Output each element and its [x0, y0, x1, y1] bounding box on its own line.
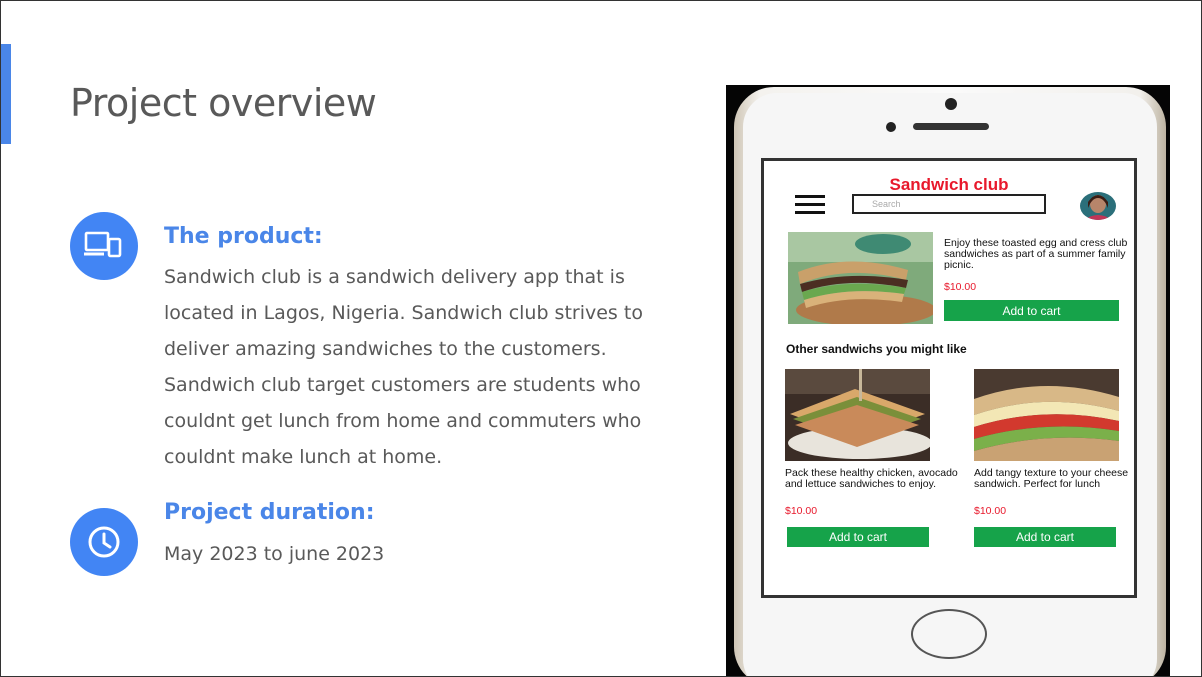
- camera-icon: [945, 98, 957, 110]
- clock-icon: [70, 508, 138, 576]
- other-price-2: $10.00: [974, 505, 1007, 517]
- cheese-sandwich-image: [974, 369, 1119, 461]
- sensor-icon: [886, 122, 896, 132]
- phone-screen: Sandwich club Search Enjoy these toasted…: [761, 158, 1137, 598]
- duration-text: May 2023 to june 2023: [164, 543, 385, 565]
- other-sandwiches-heading: Other sandwichs you might like: [786, 342, 967, 356]
- duration-heading: Project duration:: [164, 500, 375, 525]
- add-to-cart-button[interactable]: Add to cart: [974, 527, 1116, 547]
- speaker-grille: [913, 123, 989, 130]
- other-description-2: Add tangy texture to your cheese sandwic…: [974, 467, 1129, 490]
- devices-icon: [70, 212, 138, 280]
- chicken-sandwich-image: [785, 369, 930, 461]
- product-description: Sandwich club is a sandwich delivery app…: [164, 266, 643, 468]
- menu-icon[interactable]: [795, 195, 825, 215]
- avatar[interactable]: [1080, 192, 1116, 220]
- featured-description: Enjoy these toasted egg and cress club s…: [944, 237, 1128, 271]
- accent-bar: [1, 44, 11, 144]
- featured-price: $10.00: [944, 281, 977, 293]
- other-description-1: Pack these healthy chicken, avocado and …: [785, 467, 958, 490]
- add-to-cart-button[interactable]: Add to cart: [787, 527, 929, 547]
- search-input[interactable]: Search: [852, 194, 1046, 214]
- page-title: Project overview: [70, 81, 377, 125]
- featured-sandwich-image: [788, 232, 933, 324]
- product-heading: The product:: [164, 224, 323, 249]
- add-to-cart-button[interactable]: Add to cart: [944, 300, 1119, 321]
- slide: Project overview The product: Sandwich c…: [0, 0, 1202, 677]
- app-title: Sandwich club: [889, 175, 1009, 194]
- other-price-1: $10.00: [785, 505, 818, 517]
- home-button[interactable]: [911, 609, 987, 659]
